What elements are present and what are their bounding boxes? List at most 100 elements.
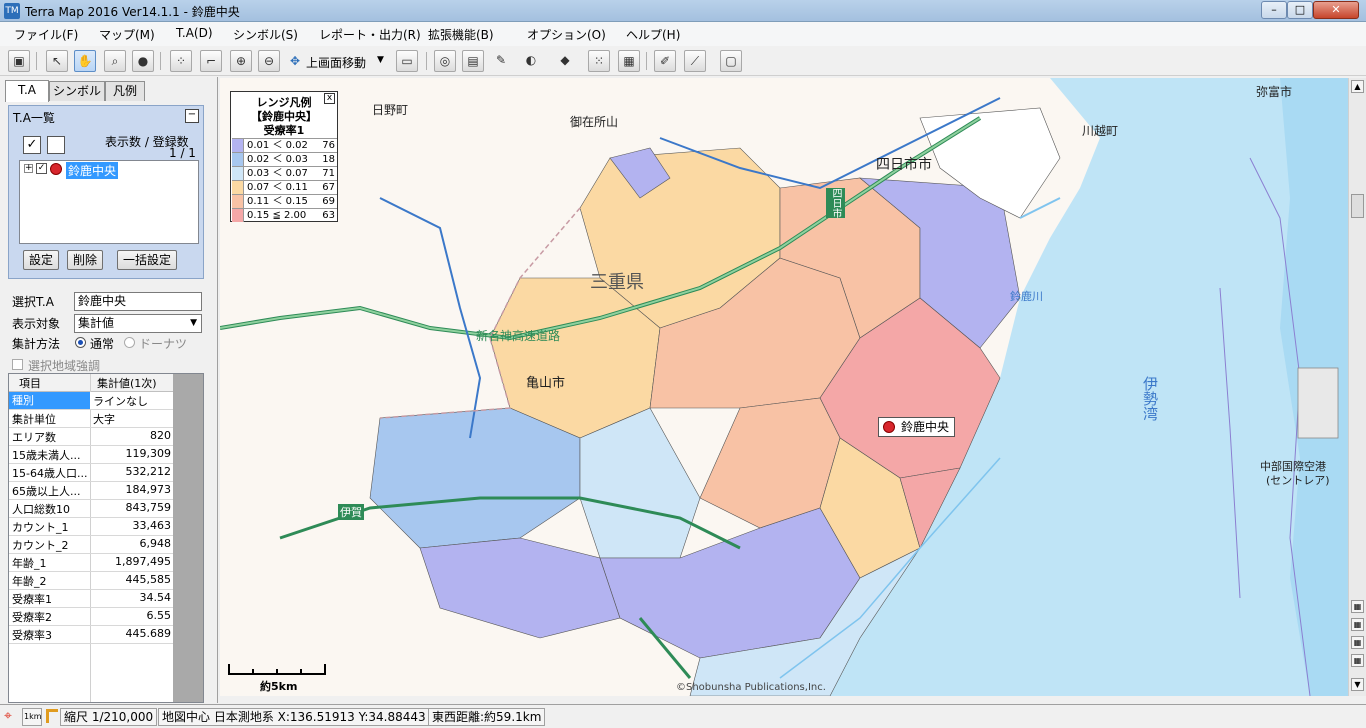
chevron-down-icon[interactable]: ▼ <box>377 55 384 65</box>
pin-icon <box>883 421 895 433</box>
table-row[interactable]: 受療率2 6.55 <box>9 608 173 626</box>
symbol-icon[interactable]: ◆ <box>554 50 576 72</box>
map-label-shinmeishin: 新名神高速道路 <box>476 329 561 343</box>
target-icon[interactable]: ◎ <box>434 50 456 72</box>
left-panel: T.A シンボル 凡例 T.A一覧 − ✓ 表示数 / 登録数 1 / 1 + … <box>0 77 218 703</box>
label-icon[interactable]: ✐ <box>654 50 676 72</box>
collapse-icon[interactable]: − <box>185 109 199 123</box>
scroll-down-icon[interactable]: ▼ <box>1351 678 1364 691</box>
menu-file[interactable]: ファイル(F) <box>14 26 78 43</box>
legend-field: 受療率1 <box>263 124 305 137</box>
ruler-icon[interactable]: ⌐ <box>200 50 222 72</box>
legend-row: 0.15 ≦ 2.00 63 <box>232 208 337 222</box>
uncheck-all-button[interactable] <box>47 136 65 154</box>
bulk-settings-button[interactable]: 一括設定 <box>117 250 177 270</box>
legend-row: 0.01 ＜ 0.02 76 <box>232 138 337 152</box>
map-canvas <box>220 78 1348 696</box>
maximize-button[interactable]: □ <box>1287 1 1313 19</box>
menu-extension[interactable]: 拡張機能(B) <box>428 26 494 43</box>
map-copyright: ©Shobunsha Publications,Inc. <box>676 682 826 693</box>
table-row[interactable]: 15歳未満人... 119,309 <box>9 446 173 464</box>
table-row[interactable]: エリア数 820 <box>9 428 173 446</box>
table-icon[interactable]: ▤ <box>462 50 484 72</box>
delete-button[interactable]: 削除 <box>67 250 103 270</box>
highlight-checkbox[interactable] <box>12 359 23 370</box>
expand-icon[interactable]: + <box>24 164 33 173</box>
zoom-in-icon[interactable]: ⊕ <box>230 50 252 72</box>
menu-report[interactable]: レポート・出力(R) <box>319 26 421 43</box>
map-scrollbar[interactable]: ▲ ▦ ▦ ▦ ▦ ▼ <box>1348 78 1366 696</box>
menu-symbol[interactable]: シンボル(S) <box>233 26 298 43</box>
hand-icon[interactable]: ✋ <box>74 50 96 72</box>
tab-symbol[interactable]: シンボル <box>49 81 105 101</box>
menu-map[interactable]: マップ(M) <box>99 26 155 43</box>
zoom-rect-icon[interactable]: ⌕ <box>104 50 126 72</box>
radio-donut-label: ドーナツ <box>139 337 188 351</box>
table-row[interactable]: 15-64歳人口... 532,212 <box>9 464 173 482</box>
table-row[interactable]: 受療率1 34.54 <box>9 590 173 608</box>
agg-method-label: 集計方法 <box>12 337 61 351</box>
note-icon[interactable]: ▦ <box>618 50 640 72</box>
selected-ta-label: 選択T.A <box>12 295 54 309</box>
window-icon[interactable]: ▢ <box>720 50 742 72</box>
legend-row: 0.07 ＜ 0.11 67 <box>232 180 337 194</box>
scroll-up-icon[interactable]: ▲ <box>1351 80 1364 93</box>
crosshair-icon[interactable]: ⌖ <box>4 708 12 724</box>
table-row[interactable]: 種別 ラインなし <box>9 392 173 410</box>
radio-donut[interactable] <box>124 337 135 348</box>
grid-icon[interactable]: ▦ <box>1351 654 1364 667</box>
menu-options[interactable]: オプション(O) <box>527 26 606 43</box>
monitor-icon[interactable]: ▭ <box>396 50 418 72</box>
table-row[interactable]: カウント_1 33,463 <box>9 518 173 536</box>
table-row[interactable]: 年齢_2 445,585 <box>9 572 173 590</box>
status-bar: ⌖ 1km 縮尺 1/210,000 地図中心 日本測地系 X:136.5191… <box>0 704 1366 728</box>
legend-close-icon[interactable]: x <box>324 93 335 104</box>
table-row[interactable]: 集計単位 大字 <box>9 410 173 428</box>
ta-list-group: T.A一覧 − ✓ 表示数 / 登録数 1 / 1 + ✓ 鈴鹿中央 設定 削除… <box>8 105 204 279</box>
poi-suzuka-chuo[interactable]: 鈴鹿中央 <box>878 417 956 437</box>
zoom-out-icon[interactable]: ⊖ <box>258 50 280 72</box>
fill-icon[interactable]: ◐ <box>520 50 542 72</box>
check-all-button[interactable]: ✓ <box>23 136 41 154</box>
display-target-select[interactable]: 集計値 ▼ <box>74 314 202 333</box>
save-icon[interactable]: ▣ <box>8 50 30 72</box>
legend-row: 0.11 ＜ 0.15 69 <box>232 194 337 208</box>
pen-icon[interactable]: ✎ <box>490 50 512 72</box>
menu-ta[interactable]: T.A(D) <box>176 26 213 40</box>
count-value: 1 / 1 <box>169 146 196 160</box>
menu-help[interactable]: ヘルプ(H) <box>626 26 680 43</box>
selected-ta-field[interactable]: 鈴鹿中央 <box>74 292 202 311</box>
ta-item-checkbox[interactable]: ✓ <box>36 163 47 174</box>
range-legend[interactable]: レンジ凡例 x 【鈴鹿中央】 受療率1 0.01 ＜ 0.02 76 0.02 ＜… <box>230 91 338 222</box>
menu-bar: ファイル(F) マップ(M) T.A(D) シンボル(S) レポート・出力(R)… <box>0 22 1366 46</box>
table-row[interactable]: カウント_2 6,948 <box>9 536 173 554</box>
table-row[interactable]: 受療率3 445.689 <box>9 626 173 644</box>
table-row[interactable]: 65歳以上人... 184,973 <box>9 482 173 500</box>
table-row[interactable]: 人口総数10 843,759 <box>9 500 173 518</box>
map-label-ise-bay: 伊勢湾 <box>1141 376 1159 421</box>
info-icon[interactable]: ● <box>132 50 154 72</box>
pointer-icon[interactable]: ↖ <box>46 50 68 72</box>
map-view[interactable]: 日野町 御在所山 四日市市 川越町 弥富市 三重県 新名神高速道路 亀山市 伊勢… <box>220 78 1348 696</box>
grid-icon[interactable]: ▦ <box>1351 600 1364 613</box>
display-target-label: 表示対象 <box>12 317 61 331</box>
scroll-thumb[interactable] <box>1351 194 1364 218</box>
draw-icon[interactable]: ⟋ <box>684 50 706 72</box>
unit-indicator: 1km <box>22 708 42 726</box>
minimize-button[interactable]: – <box>1261 1 1287 19</box>
close-button[interactable]: ✕ <box>1313 1 1359 19</box>
tab-legend[interactable]: 凡例 <box>105 81 145 101</box>
settings-button[interactable]: 設定 <box>23 250 59 270</box>
map-label-mie: 三重県 <box>590 272 644 293</box>
poi-label: 鈴鹿中央 <box>901 420 950 434</box>
dot-grid-icon[interactable]: ⁙ <box>588 50 610 72</box>
points-icon[interactable]: ⁘ <box>170 50 192 72</box>
radio-normal[interactable] <box>75 337 86 348</box>
grid-icon[interactable]: ▦ <box>1351 618 1364 631</box>
ta-list-title: T.A一覧 <box>13 111 55 125</box>
table-row[interactable]: 年齢_1 1,897,495 <box>9 554 173 572</box>
move-label[interactable]: 上画面移動 <box>306 54 366 71</box>
ta-item-label[interactable]: 鈴鹿中央 <box>66 162 119 179</box>
tab-ta[interactable]: T.A <box>5 80 49 102</box>
grid-icon[interactable]: ▦ <box>1351 636 1364 649</box>
